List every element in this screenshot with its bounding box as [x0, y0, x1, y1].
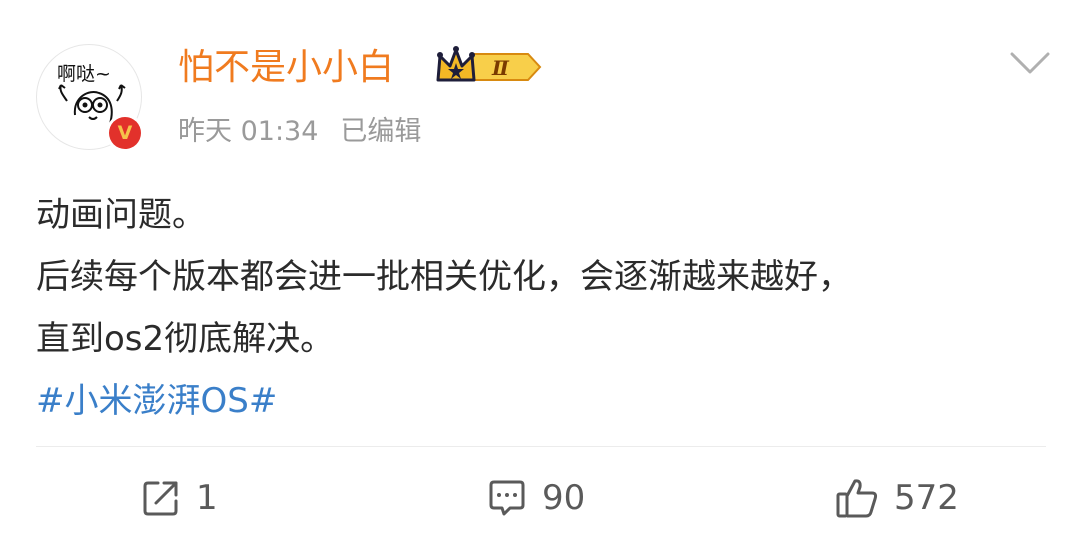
like-button[interactable]: 572	[834, 472, 959, 524]
comment-icon	[489, 480, 525, 516]
crown-icon: Ⅱ	[436, 46, 542, 82]
comment-count: 90	[542, 478, 586, 518]
comment-button[interactable]: 90	[486, 472, 585, 524]
chevron-down-icon[interactable]	[1008, 48, 1052, 82]
post-content: 动画问题。 后续每个版本都会进一批相关优化，会逐渐越来越好， 直到os2彻底解决…	[36, 184, 1046, 432]
verified-icon: V	[106, 114, 144, 152]
svg-text:Ⅱ: Ⅱ	[491, 56, 510, 80]
share-button[interactable]: 1	[140, 472, 218, 524]
share-count: 1	[196, 478, 218, 518]
hashtag-link[interactable]: #小米澎湃OS#	[36, 370, 1046, 432]
rank-badge[interactable]: Ⅱ	[432, 44, 544, 94]
like-icon	[836, 479, 878, 518]
share-icon	[143, 481, 178, 516]
post-meta: 昨天 01:34 已编辑	[178, 114, 443, 150]
post-time: 昨天 01:34	[178, 116, 319, 147]
verified-mark: V	[109, 117, 141, 149]
content-line: 后续每个版本都会进一批相关优化，会逐渐越来越好，	[36, 257, 852, 297]
author-name[interactable]: 怕不是小小白	[178, 46, 394, 90]
divider	[36, 446, 1046, 447]
edited-label: 已编辑	[340, 116, 422, 147]
content-line: 动画问题。	[36, 195, 206, 235]
content-line: 直到os2彻底解决。	[36, 319, 335, 359]
like-count: 572	[894, 478, 959, 518]
